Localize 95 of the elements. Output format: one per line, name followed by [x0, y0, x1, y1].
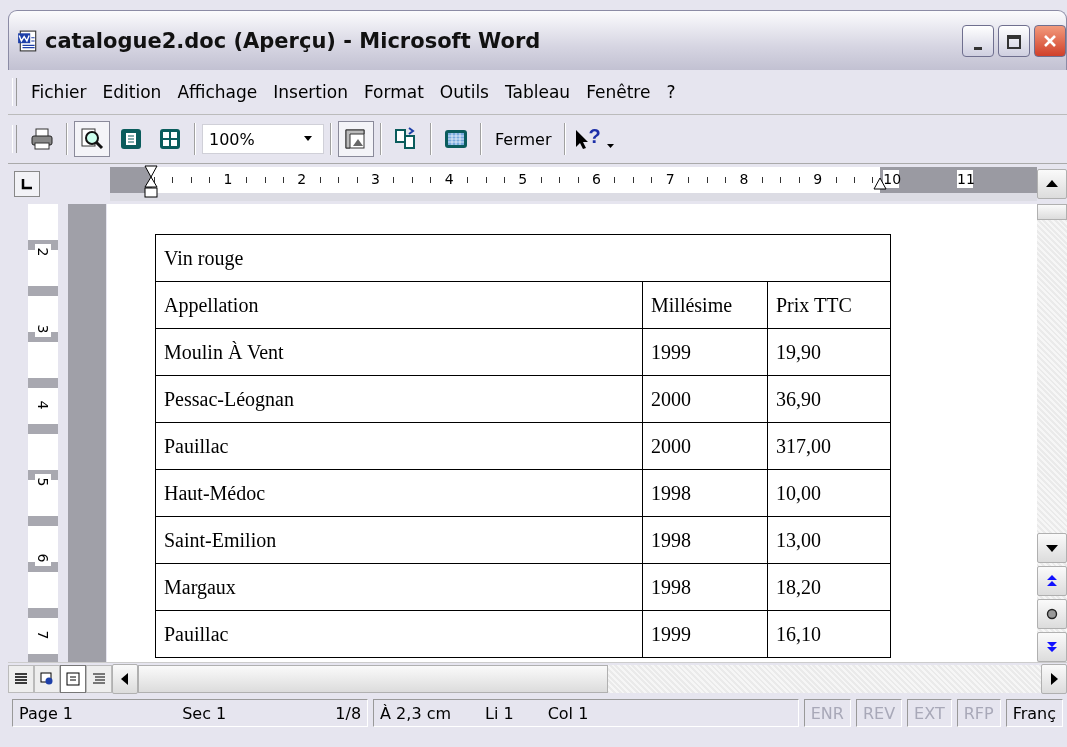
table-cell: Saint-Emilion [155, 516, 643, 564]
help-button[interactable]: ? [572, 121, 617, 157]
status-text: REV [862, 703, 896, 723]
menu-item[interactable]: Outils [433, 80, 495, 104]
double-up-arrow-icon [1046, 575, 1058, 587]
table-cell: 19,90 [767, 328, 891, 376]
status-text: À 2,3 cm [380, 703, 452, 723]
status-text: Li 1 [485, 703, 514, 723]
zoom-dropdown[interactable]: 100% [202, 124, 324, 154]
status-text: Franç [1012, 703, 1056, 723]
arrow-up-icon [1046, 180, 1058, 188]
next-page-button[interactable] [1037, 632, 1067, 662]
close-preview-button[interactable]: Fermer [488, 121, 559, 157]
ruler-number: 11 [957, 170, 973, 188]
page-icon [66, 672, 80, 686]
status-text: Page 1 [19, 703, 73, 723]
circle-icon [1046, 608, 1058, 620]
document-icon [17, 29, 39, 52]
table-cell: 36,90 [767, 375, 891, 423]
normal-view-button[interactable] [8, 665, 34, 693]
table-cell: 2000 [642, 375, 768, 423]
arrow-left-icon [121, 673, 129, 685]
status-text: ENR [810, 703, 844, 723]
left-tab-icon [21, 178, 33, 190]
menu-item[interactable]: Tableau [498, 80, 577, 104]
menu-item[interactable]: Fenêtre [580, 80, 657, 104]
status-text: 1/8 [335, 703, 362, 723]
multiple-pages-icon [157, 126, 183, 152]
table-cell: Haut-Médoc [155, 469, 643, 517]
table-cell: Pauillac [155, 610, 643, 658]
browse-object-button[interactable] [1037, 599, 1067, 629]
menu-item[interactable]: Fichier [25, 80, 93, 104]
menu-item[interactable]: Insertion [267, 80, 354, 104]
scroll-thumb[interactable] [138, 665, 608, 693]
tab-selector-button[interactable] [14, 171, 40, 197]
table-cell: 2000 [642, 422, 768, 470]
web-page-icon [40, 672, 54, 686]
status-text: Col 1 [547, 703, 589, 723]
menu-item[interactable]: Edition [96, 80, 168, 104]
zoom-value: 100% [209, 129, 255, 149]
lines-icon [14, 672, 28, 686]
column-header: Millésime [642, 281, 768, 329]
table-cell: Pauillac [155, 422, 643, 470]
maximize-button[interactable] [998, 24, 1030, 57]
table-cell: Pessac-Léognan [155, 375, 643, 423]
table-cell: Margaux [155, 563, 643, 611]
status-text: EXT [914, 703, 945, 723]
scroll-thumb[interactable] [1037, 204, 1067, 220]
table-cell: 317,00 [767, 422, 891, 470]
arrow-right-icon [1050, 673, 1058, 685]
caret-icon [606, 144, 614, 148]
table-cell: 1998 [642, 469, 768, 517]
status-text: RFP [963, 703, 994, 723]
magnifier-icon [79, 126, 105, 152]
menu-item[interactable]: Affichage [171, 80, 264, 104]
table-cell: 1998 [642, 563, 768, 611]
dropdown-arrow-icon [303, 136, 313, 142]
table-cell: 1999 [642, 328, 768, 376]
table-cell: 13,00 [767, 516, 891, 564]
table-cell: 10,00 [767, 469, 891, 517]
lines-icon [92, 672, 106, 686]
one-page-icon [118, 126, 144, 152]
minimize-icon [974, 46, 982, 50]
printer-icon [29, 126, 55, 152]
indent-marker-icon [144, 165, 158, 199]
outline-view-button[interactable] [86, 665, 112, 693]
double-down-arrow-icon [1046, 641, 1058, 653]
scroll-up-button[interactable] [1037, 169, 1067, 199]
ruler-button[interactable] [338, 121, 374, 157]
table-cell: 1998 [642, 516, 768, 564]
column-header: Appellation [155, 281, 643, 329]
table-cell: Moulin À Vent [155, 328, 643, 376]
arrow-down-icon [1046, 544, 1058, 552]
minimize-button[interactable] [962, 24, 994, 57]
magnifier-button[interactable] [74, 121, 110, 157]
menu-item[interactable]: Format [357, 80, 430, 104]
status-text: Sec 1 [182, 703, 227, 723]
menu-item[interactable]: ? [660, 80, 682, 104]
ruler-number: 10 [883, 170, 900, 188]
column-header: Prix TTC [767, 281, 891, 329]
print-view-button[interactable] [60, 665, 86, 693]
table-title: Vin rouge [155, 234, 891, 282]
window-title: catalogue2.doc (Aperçu) - Microsoft Word [45, 28, 541, 53]
scroll-down-button[interactable] [1037, 533, 1067, 563]
maximize-icon [1006, 33, 1022, 50]
previous-page-button[interactable] [1037, 566, 1067, 596]
scroll-right-button[interactable] [1041, 664, 1067, 694]
table-cell: 16,10 [767, 610, 891, 658]
table-cell: 1999 [642, 610, 768, 658]
pointer-icon [575, 129, 589, 149]
close-button[interactable] [1034, 24, 1066, 57]
web-view-button[interactable] [34, 665, 60, 693]
scroll-left-button[interactable] [112, 664, 138, 694]
close-icon [1042, 32, 1058, 49]
table-cell: 18,20 [767, 563, 891, 611]
